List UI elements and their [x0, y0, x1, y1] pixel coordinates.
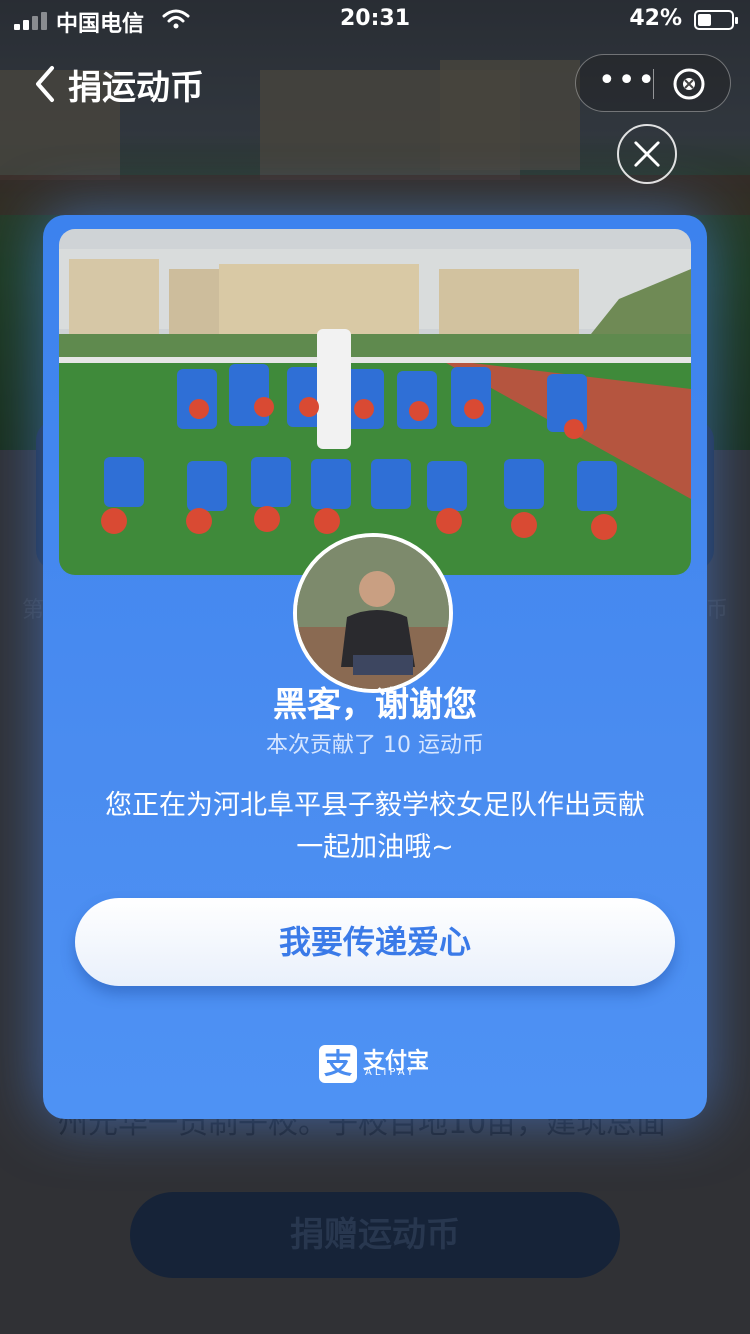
team-photo: [59, 229, 691, 575]
thank-you-modal: 黑客，谢谢您 本次贡献了 10 运动币 您正在为河北阜平县子毅学校女足队作出贡献…: [43, 215, 707, 1119]
avatar: [293, 533, 453, 693]
close-icon[interactable]: [617, 124, 677, 184]
battery-icon: [694, 10, 738, 30]
page-title: 捐运动币: [68, 68, 204, 108]
message-line: 您正在为河北阜平县子毅学校女足队作出贡献: [105, 790, 645, 821]
close-circle-icon[interactable]: [672, 67, 706, 101]
battery-percent: 42%: [629, 6, 682, 31]
contribution-text: 本次贡献了 10 运动币: [266, 733, 484, 758]
mini-program-capsule: •••: [575, 54, 731, 112]
alipay-icon: 支: [319, 1045, 357, 1083]
navigation-bar: 捐运动币 •••: [0, 50, 750, 120]
pass-on-love-button[interactable]: 我要传递爱心: [75, 898, 675, 986]
chevron-left-icon[interactable]: [28, 62, 68, 106]
more-dots-icon[interactable]: •••: [598, 66, 657, 96]
status-bar: 中国电信 20:31 42%: [0, 0, 750, 40]
capsule-divider: [653, 69, 654, 99]
thanks-title: 黑客，谢谢您: [273, 685, 477, 725]
message-line: 一起加油哦~: [296, 832, 454, 863]
brand-name-en: ALIPAY: [365, 1067, 416, 1078]
